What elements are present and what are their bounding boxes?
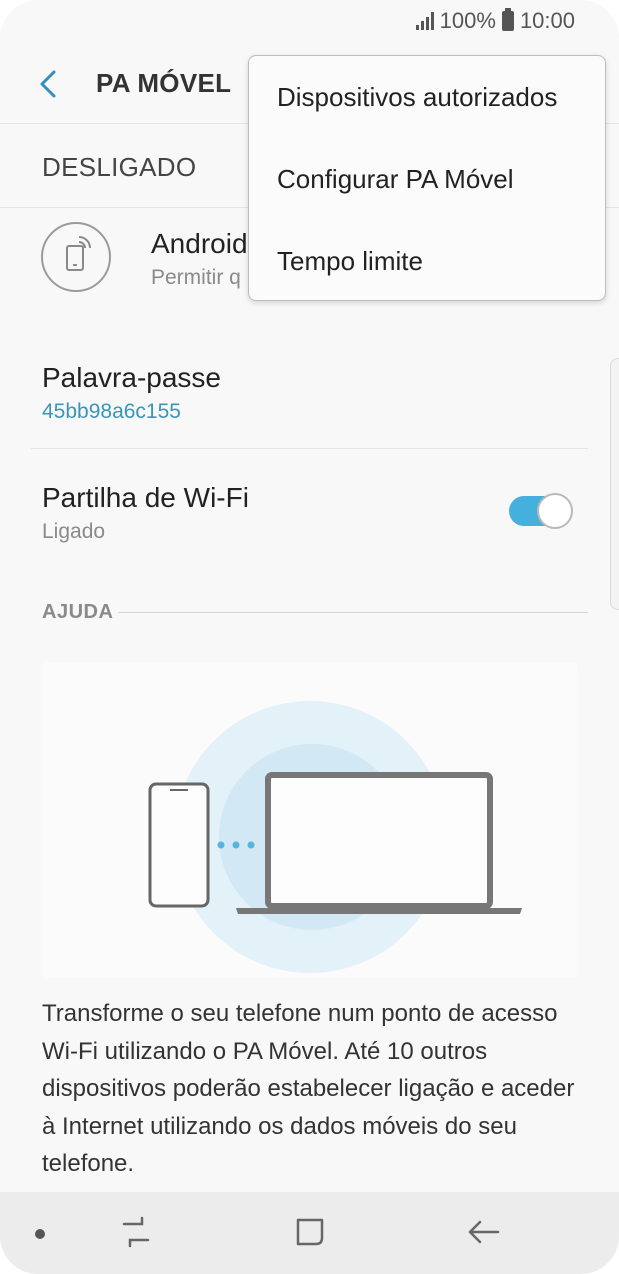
- device-name: Android: [151, 228, 248, 259]
- help-section-label: AJUDA: [42, 601, 114, 623]
- menu-item-authorized-devices[interactable]: Dispositivos autorizados: [249, 56, 605, 138]
- battery-percentage: 100%: [439, 8, 496, 33]
- clock: 10:00: [519, 8, 575, 33]
- help-description: Transforme o seu telefone num ponto de a…: [42, 1000, 575, 1177]
- back-arrow-icon[interactable]: [34, 64, 64, 104]
- phone-screen: 100% 10:00 PA MÓVEL DESLIGADO Android Pe…: [0, 0, 619, 1274]
- recents-icon[interactable]: [116, 1212, 156, 1252]
- battery-icon: [501, 8, 514, 31]
- menu-item-timeout[interactable]: Tempo limite: [249, 220, 605, 302]
- wifi-sharing-status: Ligado: [42, 520, 106, 543]
- navigation-bar: [0, 1192, 619, 1274]
- password-row[interactable]: Palavra-passe 45bb98a6c155: [0, 350, 619, 446]
- menu-item-label: Configurar PA Móvel: [277, 164, 514, 194]
- home-icon[interactable]: [290, 1212, 330, 1252]
- nav-dot-icon: [35, 1229, 45, 1239]
- scrollbar[interactable]: [610, 358, 619, 610]
- password-title: Palavra-passe: [42, 362, 221, 393]
- page-title: PA MÓVEL: [96, 68, 232, 98]
- status-bar: 100% 10:00: [0, 0, 619, 42]
- device-subtitle: Permitir q: [151, 266, 241, 289]
- signal-icon: [415, 12, 434, 30]
- wifi-sharing-title: Partilha de Wi-Fi: [42, 482, 249, 513]
- section-divider: [118, 612, 588, 613]
- master-switch-label: DESLIGADO: [42, 152, 197, 182]
- overflow-menu: Dispositivos autorizados Configurar PA M…: [248, 55, 606, 301]
- menu-item-label: Dispositivos autorizados: [277, 82, 558, 112]
- divider: [31, 448, 588, 449]
- hotspot-illustration: [42, 662, 578, 978]
- back-icon[interactable]: [464, 1212, 504, 1252]
- menu-item-label: Tempo limite: [277, 246, 423, 276]
- wifi-sharing-toggle[interactable]: [509, 493, 573, 529]
- menu-item-configure-hotspot[interactable]: Configurar PA Móvel: [249, 138, 605, 220]
- password-value: 45bb98a6c155: [42, 400, 181, 423]
